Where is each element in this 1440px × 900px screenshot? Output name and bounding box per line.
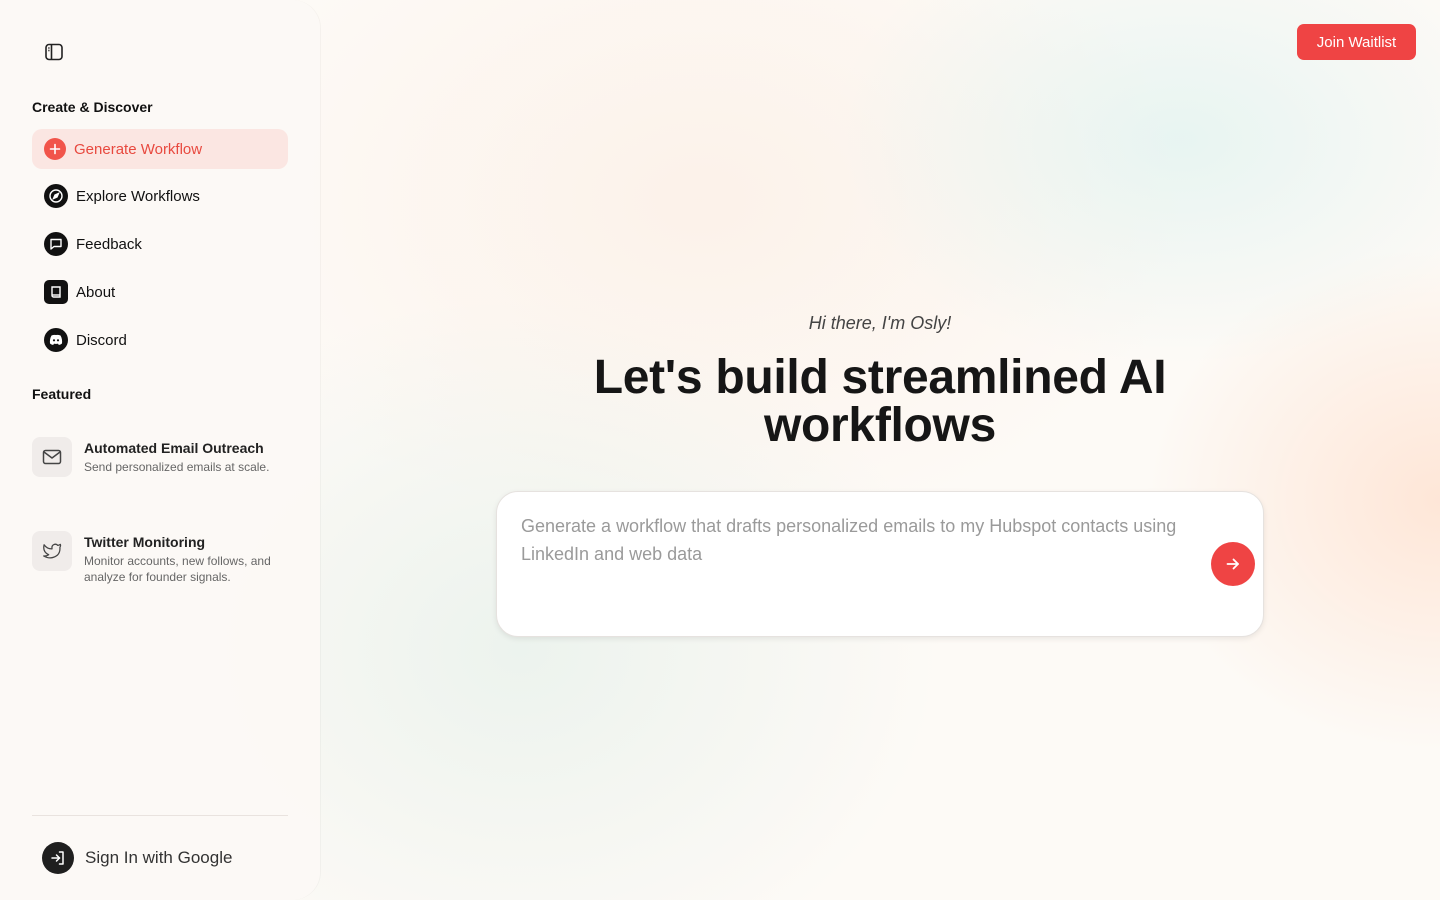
sign-in-icon [42, 842, 74, 874]
sidebar: Create & Discover Generate Workflow Expl… [0, 0, 320, 900]
discord-icon [44, 328, 68, 352]
featured-item-title: Twitter Monitoring [84, 534, 206, 550]
create-discover-heading: Create & Discover [32, 99, 153, 115]
arrow-right-icon [1226, 558, 1239, 570]
prompt-box [496, 491, 1264, 637]
sidebar-toggle-icon [45, 43, 63, 61]
featured-item-email-outreach[interactable]: Automated Email Outreach Send personaliz… [32, 437, 288, 477]
send-button[interactable] [1211, 542, 1255, 586]
sidebar-item-label: Explore Workflows [76, 187, 200, 205]
featured-item-description: Monitor accounts, new follows, and analy… [84, 554, 271, 584]
chat-icon [44, 232, 68, 256]
sidebar-item-generate-workflow[interactable]: Generate Workflow [32, 129, 288, 169]
twitter-icon [32, 531, 72, 571]
sidebar-item-label: Feedback [76, 235, 142, 253]
sidebar-item-feedback[interactable]: Feedback [32, 224, 288, 264]
join-waitlist-button[interactable]: Join Waitlist [1297, 24, 1416, 60]
workflow-prompt-input[interactable] [521, 512, 1181, 612]
mail-icon [32, 437, 72, 477]
sidebar-divider [32, 815, 288, 816]
sidebar-toggle-button[interactable] [42, 40, 66, 64]
featured-item-description: Send personalized emails at scale. [84, 460, 270, 474]
featured-heading: Featured [32, 386, 92, 402]
sidebar-item-explore-workflows[interactable]: Explore Workflows [32, 176, 288, 216]
sidebar-item-label: Discord [76, 331, 127, 349]
sign-in-label: Sign In with Google [85, 848, 233, 867]
sidebar-item-label: Generate Workflow [74, 140, 203, 158]
greeting-text: Hi there, I'm Osly! [808, 313, 952, 333]
sign-in-google-button[interactable]: Sign In with Google [42, 842, 232, 874]
plus-icon [44, 138, 66, 160]
featured-item-twitter-monitoring[interactable]: Twitter Monitoring Monitor accounts, new… [32, 531, 288, 585]
book-icon [44, 280, 68, 304]
featured-item-title: Automated Email Outreach [84, 440, 264, 456]
page-title: Let's build streamlined AI workflows [593, 351, 1167, 452]
compass-icon [44, 184, 68, 208]
sidebar-item-discord[interactable]: Discord [32, 320, 288, 360]
sidebar-item-label: About [76, 283, 116, 301]
sidebar-item-about[interactable]: About [32, 272, 288, 312]
